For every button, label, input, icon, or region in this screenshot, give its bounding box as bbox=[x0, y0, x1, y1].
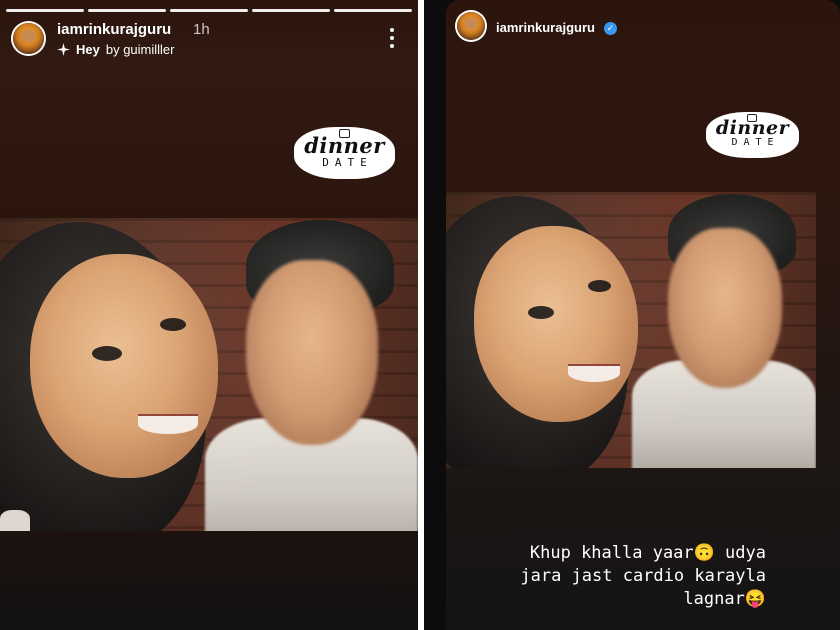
progress-segment bbox=[6, 9, 84, 12]
story-caption: Khup khalla yaar🙃 udya jara jast cardio … bbox=[520, 543, 766, 609]
song-title: Hey bbox=[76, 42, 100, 57]
verified-badge-icon: ✓ bbox=[604, 22, 617, 35]
username[interactable]: iamrinkurajguru bbox=[496, 20, 595, 35]
sticker-frame-icon bbox=[339, 129, 350, 138]
progress-segment bbox=[252, 9, 330, 12]
avatar[interactable] bbox=[457, 12, 485, 40]
story-photo bbox=[0, 218, 418, 531]
dinner-date-sticker: dinner DATE bbox=[294, 127, 395, 179]
timestamp: 1h bbox=[193, 21, 210, 38]
right-story-panel: iamrinkurajguru ✓ dinner DATE Khup khall… bbox=[424, 0, 840, 630]
progress-segment bbox=[334, 9, 412, 12]
song-artist: by guimilller bbox=[105, 42, 175, 57]
dinner-date-sticker: dinner DATE bbox=[706, 112, 799, 158]
music-attribution[interactable]: Hey by guimilller bbox=[57, 42, 175, 57]
progress-segment bbox=[88, 9, 166, 12]
sparkle-icon bbox=[57, 43, 70, 56]
avatar[interactable] bbox=[13, 23, 44, 54]
more-vertical-icon[interactable] bbox=[389, 28, 395, 48]
story-photo bbox=[446, 192, 816, 468]
sticker-frame-icon bbox=[747, 114, 757, 122]
left-story-panel: iamrinkurajguru 1h Hey by guimilller din… bbox=[0, 0, 418, 630]
username[interactable]: iamrinkurajguru bbox=[57, 21, 171, 38]
story-progress-bar bbox=[6, 9, 412, 12]
progress-segment bbox=[170, 9, 248, 12]
